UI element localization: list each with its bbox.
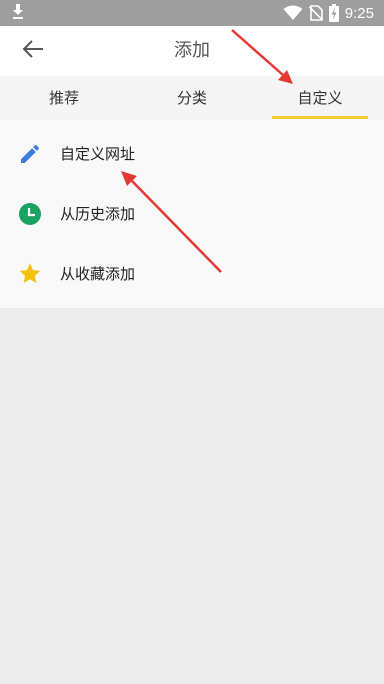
tab-recommended[interactable]: 推荐 bbox=[0, 76, 128, 120]
list-item-label: 自定义网址 bbox=[60, 145, 136, 163]
list-item-from-history[interactable]: 从历史添加 bbox=[0, 184, 384, 244]
wifi-icon bbox=[283, 5, 303, 21]
list-item-custom-url[interactable]: 自定义网址 bbox=[0, 124, 384, 184]
page-title: 添加 bbox=[174, 40, 210, 61]
app-bar: 添加 bbox=[0, 26, 384, 76]
battery-charging-icon bbox=[328, 4, 339, 22]
arrow-left-icon bbox=[22, 39, 44, 63]
list-item-label: 从收藏添加 bbox=[60, 265, 136, 283]
star-icon bbox=[18, 262, 42, 286]
list-item-label: 从历史添加 bbox=[60, 205, 136, 223]
tab-categories[interactable]: 分类 bbox=[128, 76, 256, 120]
status-time: 9:25 bbox=[344, 4, 374, 22]
custom-options-list: 自定义网址 从历史添加 从收藏添加 bbox=[0, 120, 384, 308]
tab-selected-indicator bbox=[272, 116, 368, 119]
download-icon bbox=[11, 3, 25, 25]
no-sim-icon bbox=[308, 5, 323, 21]
status-bar: 9:25 bbox=[0, 0, 384, 26]
tab-custom[interactable]: 自定义 bbox=[256, 76, 384, 120]
list-item-from-favorites[interactable]: 从收藏添加 bbox=[0, 244, 384, 304]
tab-bar: 推荐 分类 自定义 bbox=[0, 76, 384, 120]
pencil-icon bbox=[18, 142, 42, 166]
status-icons: 9:25 bbox=[283, 0, 374, 26]
back-button[interactable] bbox=[18, 38, 48, 64]
clock-icon bbox=[18, 202, 42, 226]
